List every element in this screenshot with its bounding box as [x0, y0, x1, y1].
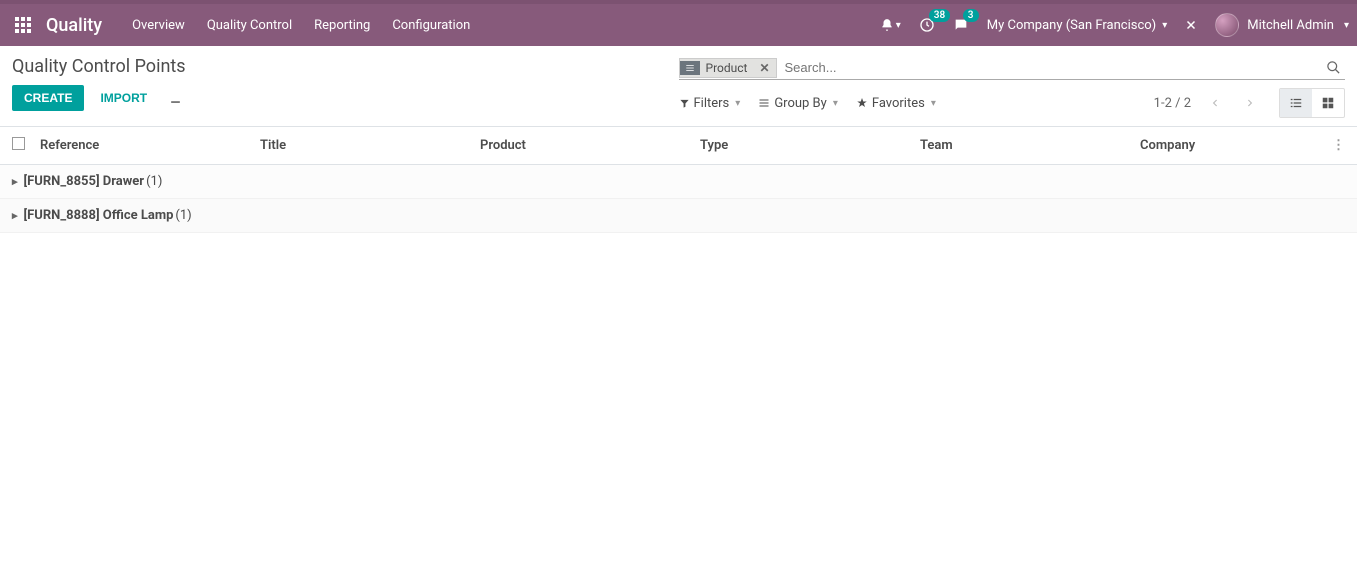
debug-close-button[interactable] — [1185, 19, 1197, 31]
group-label: [FURN_8888] Office Lamp — [24, 208, 174, 223]
pager-counter[interactable]: 1-2 / 2 — [1154, 96, 1191, 111]
chevron-down-icon: ▾ — [931, 98, 936, 109]
chevron-right-icon: ▸ — [12, 209, 18, 222]
chevron-right-icon: ▸ — [12, 175, 18, 188]
filters-label: Filters — [694, 96, 730, 111]
user-menu[interactable]: Mitchell Admin ▾ — [1215, 13, 1349, 37]
group-label: [FURN_8855] Drawer — [24, 174, 145, 189]
activities-button[interactable]: 38 — [919, 17, 935, 33]
search-input[interactable] — [777, 56, 1322, 79]
table-header: Reference Title Product Type Team Compan… — [0, 126, 1357, 165]
filters-menu[interactable]: Filters ▾ — [679, 96, 741, 111]
group-row[interactable]: ▸ [FURN_8855] Drawer (1) — [0, 165, 1357, 199]
company-switcher[interactable]: My Company (San Francisco) ▾ — [987, 18, 1167, 33]
nav-menu: Overview Quality Control Reporting Confi… — [132, 18, 470, 33]
nav-reporting[interactable]: Reporting — [314, 18, 370, 33]
optional-fields-icon[interactable]: ⋮ — [1325, 138, 1345, 153]
col-header-team[interactable]: Team — [920, 138, 1140, 153]
select-all-checkbox[interactable] — [12, 137, 25, 150]
list-view-button[interactable] — [1280, 89, 1312, 117]
col-header-type[interactable]: Type — [700, 138, 920, 153]
facet-label: Product — [700, 59, 754, 77]
company-name: My Company (San Francisco) — [987, 18, 1156, 33]
import-button[interactable]: IMPORT — [96, 85, 151, 111]
col-header-title[interactable]: Title — [260, 138, 480, 153]
chevron-down-icon: ▾ — [833, 98, 838, 109]
search-bar: Product ✕ — [679, 56, 1346, 80]
group-count: (1) — [175, 208, 191, 223]
col-header-company[interactable]: Company — [1140, 138, 1325, 153]
facet-remove-icon[interactable]: ✕ — [753, 61, 775, 75]
kanban-view-button[interactable] — [1312, 89, 1344, 117]
favorites-label: Favorites — [872, 96, 925, 111]
pager-next-button[interactable] — [1235, 89, 1263, 117]
app-title: Quality — [46, 15, 102, 36]
chevron-down-icon: ▾ — [1344, 20, 1349, 31]
user-name: Mitchell Admin — [1247, 18, 1334, 33]
download-icon[interactable] — [163, 86, 188, 111]
nav-configuration[interactable]: Configuration — [392, 18, 470, 33]
create-button[interactable]: CREATE — [12, 85, 84, 111]
notifications-button[interactable]: ▾ — [880, 18, 901, 32]
favorites-menu[interactable]: Favorites ▾ — [856, 96, 936, 111]
list-icon — [680, 61, 700, 75]
chevron-down-icon: ▾ — [896, 20, 901, 31]
top-navbar: Quality Overview Quality Control Reporti… — [0, 0, 1357, 46]
activities-badge: 38 — [929, 9, 950, 22]
pager-prev-button[interactable] — [1201, 89, 1229, 117]
groupby-menu[interactable]: Group By ▾ — [758, 96, 838, 111]
col-header-reference[interactable]: Reference — [40, 138, 260, 153]
view-switcher — [1279, 88, 1345, 118]
col-header-product[interactable]: Product — [480, 138, 700, 153]
nav-overview[interactable]: Overview — [132, 18, 185, 33]
discuss-button[interactable]: 3 — [953, 17, 969, 33]
group-count: (1) — [146, 174, 162, 189]
user-avatar — [1215, 13, 1239, 37]
search-icon[interactable] — [1322, 60, 1345, 75]
control-panel: Quality Control Points CREATE IMPORT Pro… — [0, 46, 1357, 118]
nav-quality-control[interactable]: Quality Control — [207, 18, 292, 33]
apps-menu-icon[interactable] — [8, 10, 38, 40]
chevron-down-icon: ▾ — [1162, 20, 1167, 31]
search-facet-product: Product ✕ — [679, 58, 777, 78]
group-row[interactable]: ▸ [FURN_8888] Office Lamp (1) — [0, 199, 1357, 233]
discuss-badge: 3 — [963, 9, 979, 22]
list-view: Reference Title Product Type Team Compan… — [0, 126, 1357, 233]
chevron-down-icon: ▾ — [735, 98, 740, 109]
breadcrumb: Quality Control Points — [12, 56, 679, 77]
groupby-label: Group By — [774, 96, 827, 111]
